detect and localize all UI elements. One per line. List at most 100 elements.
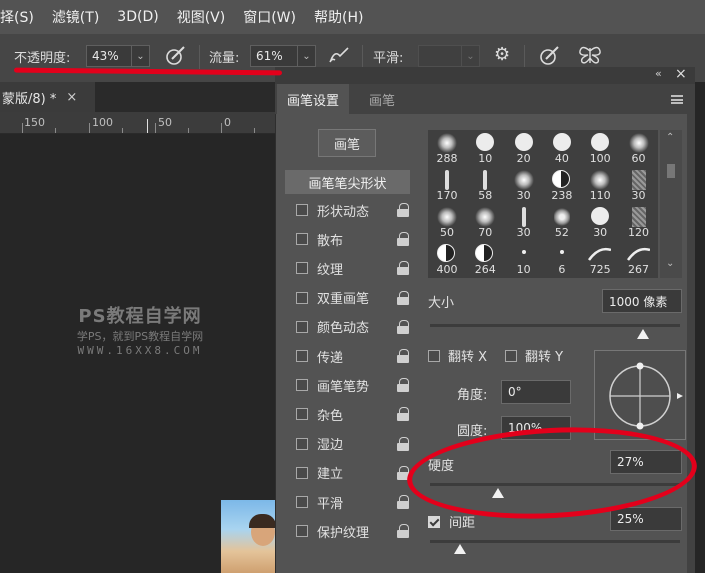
spacing-check-box[interactable]: [428, 515, 440, 528]
size-slider-track[interactable]: [430, 324, 680, 327]
brush-tip-preset[interactable]: 40: [543, 130, 581, 166]
brushes-button[interactable]: 画笔: [318, 129, 376, 157]
chevron-down-icon[interactable]: ⌄: [666, 258, 674, 269]
lock-icon[interactable]: [397, 290, 409, 305]
brush-tip-preset[interactable]: 6: [543, 241, 581, 277]
brush-option-row[interactable]: 形状动态: [288, 197, 413, 223]
brush-option-row[interactable]: 双重画笔: [288, 285, 413, 311]
airbrush-button[interactable]: [326, 42, 354, 68]
brush-tip-preset[interactable]: 58: [466, 167, 504, 203]
brush-option-row[interactable]: 湿边: [288, 431, 413, 457]
brush-option-row[interactable]: 纹理: [288, 255, 413, 281]
opacity-input[interactable]: 43%: [86, 45, 132, 67]
brush-tip-preset[interactable]: 120: [620, 204, 658, 240]
brush-option-row[interactable]: 保护纹理: [288, 518, 413, 544]
brush-angle-preview[interactable]: [594, 350, 686, 440]
lock-icon[interactable]: [397, 524, 409, 539]
tab-brushes[interactable]: 画笔: [359, 84, 405, 114]
option-checkbox[interactable]: [296, 437, 308, 450]
lock-icon[interactable]: [397, 495, 409, 509]
smoothing-input[interactable]: [418, 45, 462, 67]
option-checkbox[interactable]: [296, 320, 308, 333]
lock-icon[interactable]: [397, 319, 409, 334]
angle-input[interactable]: 0°: [501, 380, 571, 404]
panel-scrollbar[interactable]: [687, 114, 695, 573]
flow-input[interactable]: 61%: [250, 45, 298, 67]
flow-dropdown-button[interactable]: ⌄: [298, 45, 316, 67]
brush-option-row[interactable]: 平滑: [288, 489, 413, 515]
flip-x-box[interactable]: [428, 349, 440, 362]
brush-tip-shape-item[interactable]: 画笔笔尖形状: [285, 170, 410, 194]
close-icon[interactable]: ×: [66, 90, 77, 105]
brush-tip-preset[interactable]: 52: [543, 204, 581, 240]
brush-tip-preset[interactable]: 50: [428, 204, 466, 240]
brush-tip-preset[interactable]: 288: [428, 130, 466, 166]
menu-help[interactable]: 帮助(H): [314, 7, 363, 27]
spacing-checkbox[interactable]: 间距: [428, 512, 475, 531]
lock-icon[interactable]: [397, 407, 409, 422]
brush-tip-preset[interactable]: 238: [543, 167, 581, 203]
lock-icon[interactable]: [397, 232, 409, 247]
opacity-dropdown-button[interactable]: ⌄: [132, 45, 150, 67]
menu-3d[interactable]: 3D(D): [117, 9, 158, 25]
option-checkbox[interactable]: [296, 466, 308, 479]
brush-tip-preset[interactable]: 10: [466, 130, 504, 166]
option-checkbox[interactable]: [296, 379, 308, 392]
smoothing-dropdown-button[interactable]: ⌄: [462, 45, 480, 67]
lock-icon[interactable]: [397, 436, 409, 451]
gear-icon[interactable]: ⚙: [494, 46, 510, 64]
option-checkbox[interactable]: [296, 525, 308, 538]
size-input[interactable]: 1000 像素: [602, 289, 682, 313]
brush-tip-preset[interactable]: 170: [428, 167, 466, 203]
flip-y-checkbox[interactable]: 翻转 Y: [505, 346, 563, 365]
menu-view[interactable]: 视图(V): [177, 7, 226, 27]
brush-tip-preset[interactable]: 30: [581, 204, 619, 240]
option-checkbox[interactable]: [296, 496, 308, 508]
symmetry-button[interactable]: [576, 42, 604, 68]
brush-tip-preset[interactable]: 10: [505, 241, 543, 277]
brush-tip-preset[interactable]: 264: [466, 241, 504, 277]
brush-option-row[interactable]: 颜色动态: [288, 314, 413, 340]
panel-menu-icon[interactable]: [671, 95, 683, 104]
spacing-slider-thumb[interactable]: [454, 544, 466, 554]
brush-option-row[interactable]: 杂色: [288, 401, 413, 427]
close-icon[interactable]: ×: [675, 66, 687, 82]
option-checkbox[interactable]: [296, 262, 308, 275]
brush-option-row[interactable]: 建立: [288, 460, 413, 486]
brush-tip-preset[interactable]: 20: [505, 130, 543, 166]
brush-option-row[interactable]: 散布: [288, 226, 413, 252]
brush-tip-preset[interactable]: 110: [581, 167, 619, 203]
tab-brush-settings[interactable]: 画笔设置: [277, 84, 350, 114]
brush-grid-scrollbar[interactable]: ⌃ ⌄: [660, 130, 682, 278]
brush-tip-preset[interactable]: 267: [620, 241, 658, 277]
menu-filter[interactable]: 滤镜(T): [52, 7, 99, 27]
option-checkbox[interactable]: [296, 233, 308, 246]
size-slider-thumb[interactable]: [636, 329, 649, 339]
spacing-input[interactable]: 25%: [610, 507, 682, 531]
option-checkbox[interactable]: [296, 204, 308, 216]
brush-tip-preset[interactable]: 70: [466, 204, 504, 240]
brush-tip-preset[interactable]: 100: [581, 130, 619, 166]
lock-icon[interactable]: [397, 378, 409, 393]
brush-tip-preset[interactable]: 400: [428, 241, 466, 277]
pressure-size-button[interactable]: [536, 42, 562, 68]
flip-x-checkbox[interactable]: 翻转 X: [428, 346, 487, 365]
menu-select[interactable]: 择(S): [0, 7, 34, 27]
lock-icon[interactable]: [397, 349, 409, 363]
lock-icon[interactable]: [397, 261, 409, 276]
pressure-opacity-button[interactable]: [162, 42, 188, 68]
spacing-slider-track[interactable]: [430, 540, 680, 543]
lock-icon[interactable]: [397, 203, 409, 217]
chevron-up-icon[interactable]: ⌃: [666, 132, 674, 143]
option-checkbox[interactable]: [296, 408, 308, 421]
brush-tip-preset[interactable]: 30: [505, 167, 543, 203]
scroll-thumb[interactable]: [667, 164, 675, 178]
menu-window[interactable]: 窗口(W): [243, 7, 296, 27]
document-tab[interactable]: 蒙版/8) * ×: [0, 82, 95, 112]
brush-tip-preset[interactable]: 725: [581, 241, 619, 277]
flip-y-box[interactable]: [505, 349, 517, 362]
brush-option-row[interactable]: 画笔笔势: [288, 372, 413, 398]
brush-tip-preset[interactable]: 30: [505, 204, 543, 240]
brush-tip-preset[interactable]: 60: [620, 130, 658, 166]
option-checkbox[interactable]: [296, 350, 308, 362]
